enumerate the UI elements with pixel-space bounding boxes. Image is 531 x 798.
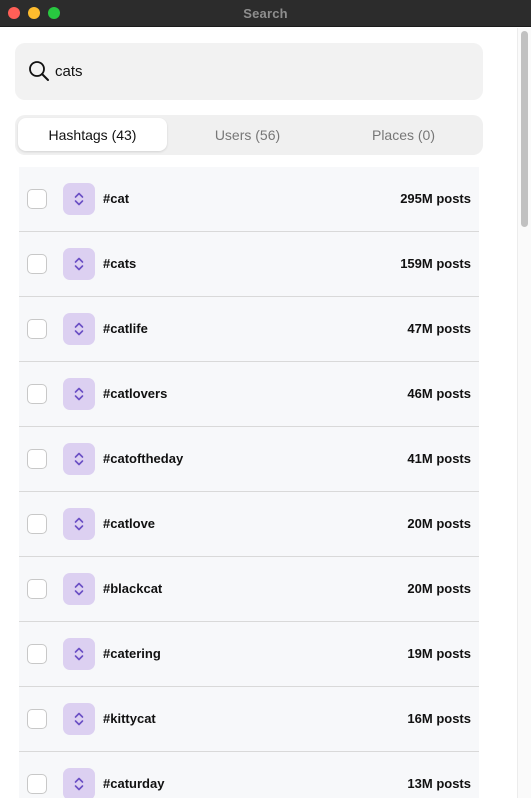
search-icon xyxy=(28,60,50,82)
hashtag-name: #catlovers xyxy=(103,386,168,401)
hashtag-name: #catering xyxy=(103,646,161,661)
post-count: 41M posts xyxy=(407,451,471,466)
hashtag-name: #blackcat xyxy=(103,581,163,596)
hashtag-name: #catoftheday xyxy=(103,451,184,466)
hashtag-row[interactable]: #caturday 13M posts xyxy=(19,752,479,798)
row-checkbox[interactable] xyxy=(27,514,47,534)
result-type-tabs: Hashtags (43) Users (56) Places (0) xyxy=(15,115,483,155)
hashtag-name: #cat xyxy=(103,191,130,206)
tab-users[interactable]: Users (56) xyxy=(173,118,322,151)
chevron-up-down-icon xyxy=(74,582,84,596)
hashtag-name: #caturday xyxy=(103,776,165,791)
row-checkbox[interactable] xyxy=(27,449,47,469)
drag-handle[interactable] xyxy=(63,313,95,345)
row-checkbox[interactable] xyxy=(27,189,47,209)
search-content: Hashtags (43) Users (56) Places (0) #cat… xyxy=(0,28,531,798)
hashtag-row[interactable]: #catering 19M posts xyxy=(19,622,479,687)
chevron-up-down-icon xyxy=(74,712,84,726)
hashtag-row[interactable]: #cat 295M posts xyxy=(19,167,479,232)
post-count: 20M posts xyxy=(407,581,471,596)
hashtag-row[interactable]: #catoftheday 41M posts xyxy=(19,427,479,492)
hashtag-row[interactable]: #cats 159M posts xyxy=(19,232,479,297)
chevron-up-down-icon xyxy=(74,777,84,791)
post-count: 20M posts xyxy=(407,516,471,531)
search-window: Search Hashtags (43) Users (56) Places (… xyxy=(0,0,531,798)
post-count: 47M posts xyxy=(407,321,471,336)
hashtag-row[interactable]: #catlovers 46M posts xyxy=(19,362,479,427)
row-checkbox[interactable] xyxy=(27,254,47,274)
hashtag-name: #catlife xyxy=(103,321,148,336)
search-input[interactable] xyxy=(55,57,455,85)
post-count: 16M posts xyxy=(407,711,471,726)
post-count: 13M posts xyxy=(407,776,471,791)
chevron-up-down-icon xyxy=(74,322,84,336)
drag-handle[interactable] xyxy=(63,638,95,670)
row-checkbox[interactable] xyxy=(27,709,47,729)
drag-handle[interactable] xyxy=(63,248,95,280)
hashtag-name: #catlove xyxy=(103,516,156,531)
drag-handle[interactable] xyxy=(63,378,95,410)
chevron-up-down-icon xyxy=(74,452,84,466)
chevron-up-down-icon xyxy=(74,517,84,531)
hashtag-row[interactable]: #catlove 20M posts xyxy=(19,492,479,557)
drag-handle[interactable] xyxy=(63,703,95,735)
hashtag-row[interactable]: #catlife 47M posts xyxy=(19,297,479,362)
row-checkbox[interactable] xyxy=(27,644,47,664)
hashtag-name: #kittycat xyxy=(103,711,156,726)
tab-places[interactable]: Places (0) xyxy=(329,118,478,151)
row-checkbox[interactable] xyxy=(27,579,47,599)
post-count: 295M posts xyxy=(400,191,471,206)
drag-handle[interactable] xyxy=(63,443,95,475)
hashtag-name: #cats xyxy=(103,256,137,271)
window-title: Search xyxy=(243,6,288,21)
hashtag-row[interactable]: #kittycat 16M posts xyxy=(19,687,479,752)
row-checkbox[interactable] xyxy=(27,384,47,404)
chevron-up-down-icon xyxy=(74,387,84,401)
drag-handle[interactable] xyxy=(63,573,95,605)
hashtag-list: #cat 295M posts #cats 159M posts #catlife 47M… xyxy=(19,167,479,798)
row-checkbox[interactable] xyxy=(27,319,47,339)
post-count: 46M posts xyxy=(407,386,471,401)
post-count: 159M posts xyxy=(400,256,471,271)
chevron-up-down-icon xyxy=(74,192,84,206)
scrollbar[interactable] xyxy=(517,28,531,798)
title-bar: Search xyxy=(0,0,531,27)
search-box[interactable] xyxy=(15,43,483,100)
row-checkbox[interactable] xyxy=(27,774,47,794)
post-count: 19M posts xyxy=(407,646,471,661)
tab-hashtags[interactable]: Hashtags (43) xyxy=(18,118,167,151)
chevron-up-down-icon xyxy=(74,257,84,271)
drag-handle[interactable] xyxy=(63,768,95,798)
hashtag-row[interactable]: #blackcat 20M posts xyxy=(19,557,479,622)
chevron-up-down-icon xyxy=(74,647,84,661)
drag-handle[interactable] xyxy=(63,183,95,215)
drag-handle[interactable] xyxy=(63,508,95,540)
scrollbar-thumb[interactable] xyxy=(521,31,528,227)
